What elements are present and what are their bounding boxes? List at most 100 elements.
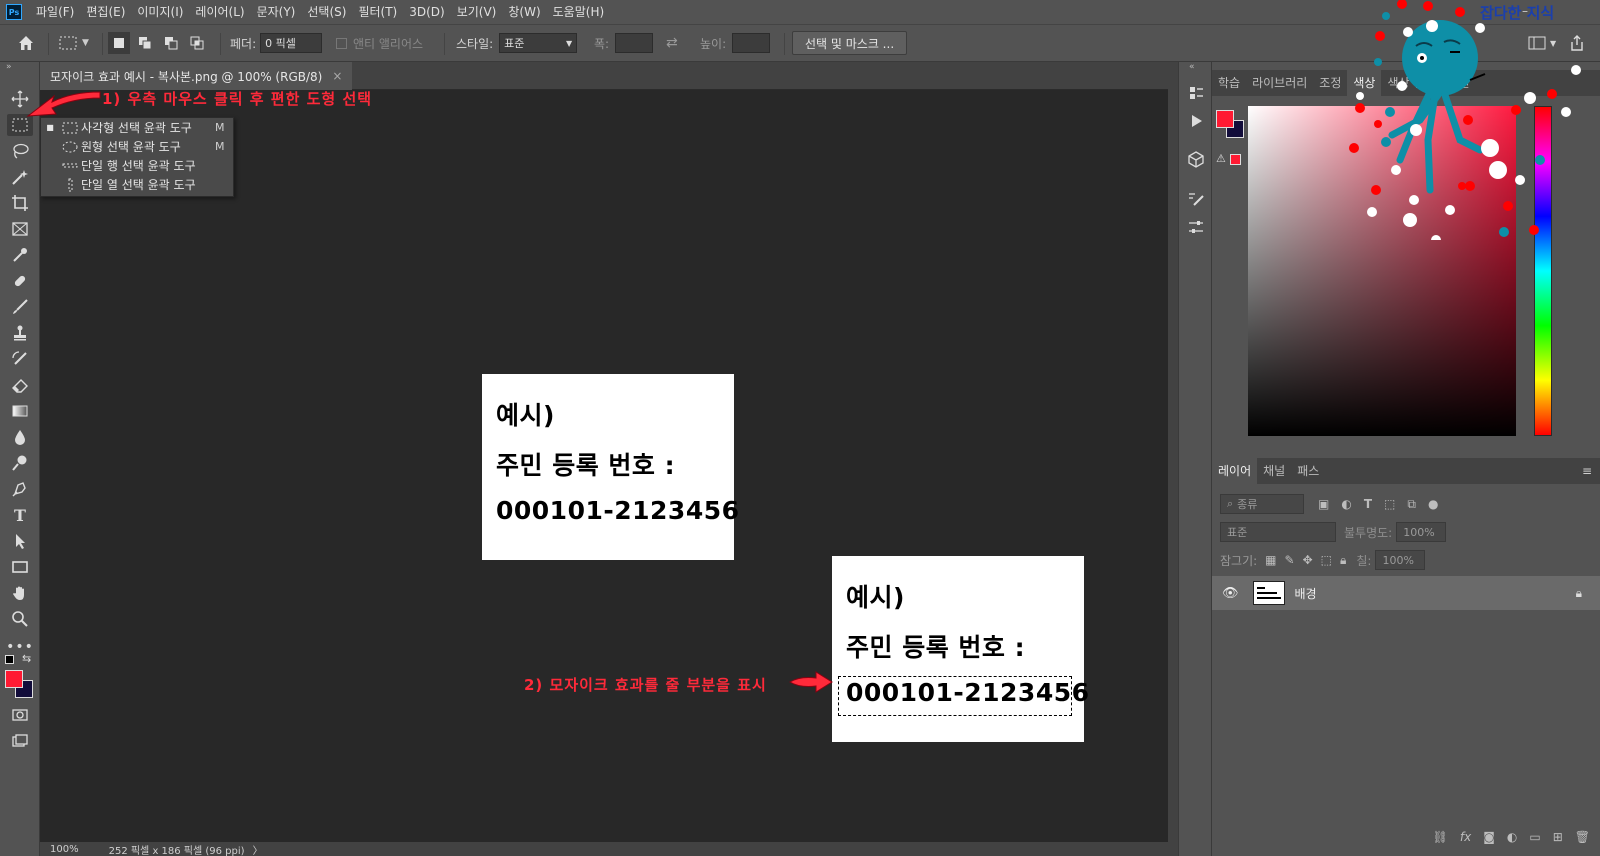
workspace-button[interactable]: ▼	[1528, 25, 1556, 61]
mask-icon[interactable]: ◙	[1483, 830, 1495, 844]
color-picker-field[interactable]	[1248, 106, 1516, 436]
group-icon[interactable]: ▭	[1529, 830, 1540, 844]
type-filter-icon[interactable]: T	[1364, 497, 1372, 511]
menu-help[interactable]: 도움말(H)	[547, 0, 611, 24]
blur-tool[interactable]	[7, 426, 33, 448]
flyout-item-single-column-marquee[interactable]: 단일 열 선택 윤곽 도구	[41, 175, 235, 194]
shape-filter-icon[interactable]: ⬚	[1384, 497, 1395, 511]
lock-image-icon[interactable]: ✎	[1285, 553, 1295, 567]
tool-preset-picker[interactable]: ▼	[58, 25, 89, 61]
tab-swatches[interactable]: 색상 견본	[1381, 70, 1441, 96]
menu-select[interactable]: 선택(S)	[301, 0, 352, 24]
style-select[interactable]: 표준 ▼	[499, 33, 578, 53]
menu-layer[interactable]: 레이어(L)	[189, 0, 250, 24]
properties-panel-button[interactable]	[1185, 216, 1207, 238]
flyout-item-ellipse-marquee[interactable]: 원형 선택 윤곽 도구 M	[41, 137, 235, 156]
brush-settings-panel-button[interactable]	[1185, 188, 1207, 210]
feather-input[interactable]: 0 픽셀	[260, 33, 323, 53]
panel-foreground-swatch[interactable]	[1216, 110, 1234, 128]
tab-learn[interactable]: 학습	[1212, 70, 1246, 96]
brush-tool[interactable]	[7, 296, 33, 318]
add-selection-button[interactable]	[134, 32, 156, 54]
menu-3d[interactable]: 3D(D)	[403, 0, 450, 24]
actions-panel-button[interactable]	[1185, 110, 1207, 132]
eyedropper-tool[interactable]	[7, 244, 33, 266]
healing-brush-tool[interactable]	[7, 270, 33, 292]
magic-wand-tool[interactable]	[7, 166, 33, 188]
hand-tool[interactable]	[7, 582, 33, 604]
swap-dimensions-button[interactable]: ⇄	[666, 25, 678, 61]
3d-panel-button[interactable]	[1185, 148, 1207, 170]
tab-paths[interactable]: 패스	[1291, 458, 1325, 484]
fill-input[interactable]: 100%	[1375, 550, 1426, 570]
link-icon[interactable]: ⛓	[1433, 830, 1448, 844]
tab-patterns[interactable]: 패턴	[1441, 70, 1475, 96]
zoom-tool[interactable]	[7, 608, 33, 630]
default-colors-icon[interactable]	[5, 655, 14, 664]
collapse-icon[interactable]: »	[6, 62, 12, 72]
filter-toggle-icon[interactable]: ●	[1428, 497, 1438, 511]
screen-mode-button[interactable]	[7, 730, 33, 752]
quick-mask-button[interactable]	[7, 704, 33, 726]
lock-position-icon[interactable]: ✥	[1303, 553, 1313, 567]
type-tool[interactable]: T	[7, 504, 33, 526]
width-input[interactable]	[615, 33, 654, 53]
menu-type[interactable]: 문자(Y)	[251, 0, 302, 24]
height-input[interactable]	[732, 33, 771, 53]
layer-filter-select[interactable]: ⌕ 종류	[1220, 494, 1304, 514]
swap-colors-icon[interactable]: ⇆	[22, 652, 31, 665]
home-button[interactable]	[16, 25, 36, 61]
trash-icon[interactable]: 🗑︎	[1575, 830, 1590, 844]
tab-layers[interactable]: 레이어	[1212, 458, 1258, 484]
select-and-mask-button[interactable]: 선택 및 마스크 ...	[792, 31, 908, 55]
opacity-input[interactable]: 100%	[1396, 522, 1447, 542]
crop-tool[interactable]	[7, 192, 33, 214]
menu-view[interactable]: 보기(V)	[451, 0, 503, 24]
gamut-swatch[interactable]	[1230, 154, 1241, 165]
tab-adjustments[interactable]: 조정	[1313, 70, 1347, 96]
search-button[interactable]	[1452, 25, 1470, 61]
minimize-button[interactable]: –	[1510, 0, 1540, 24]
new-layer-icon[interactable]: ⊞	[1553, 830, 1563, 844]
collapse-icon[interactable]: «	[1189, 62, 1195, 72]
adjustment-icon[interactable]: ◐	[1507, 830, 1517, 844]
menu-window[interactable]: 창(W)	[502, 0, 546, 24]
frame-tool[interactable]	[7, 218, 33, 240]
lock-transparent-icon[interactable]: ▦	[1265, 553, 1276, 567]
hue-slider[interactable]	[1534, 106, 1552, 436]
zoom-level[interactable]: 100%	[50, 844, 79, 855]
flyout-item-single-row-marquee[interactable]: 단일 행 선택 윤곽 도구	[41, 156, 235, 175]
new-selection-button[interactable]	[108, 32, 130, 54]
panel-menu-icon[interactable]: ≡	[1582, 464, 1592, 478]
chevron-right-icon[interactable]: 〉	[253, 842, 263, 856]
menu-edit[interactable]: 편집(E)	[80, 0, 131, 24]
flyout-item-rect-marquee[interactable]: ■ 사각형 선택 윤곽 도구 M	[41, 118, 235, 137]
rectangle-tool[interactable]	[7, 556, 33, 578]
lock-all-icon[interactable]: 🔒︎	[1340, 553, 1346, 568]
layer-row[interactable]: 👁︎ 배경 🔒︎	[1212, 576, 1600, 610]
selection-marquee[interactable]	[838, 676, 1072, 716]
clone-stamp-tool[interactable]	[7, 322, 33, 344]
antialias-checkbox[interactable]	[336, 37, 347, 49]
history-brush-tool[interactable]	[7, 348, 33, 370]
layer-name[interactable]: 배경	[1295, 585, 1576, 602]
lock-artboard-icon[interactable]: ⬚	[1321, 553, 1332, 567]
tab-channels[interactable]: 채널	[1257, 458, 1291, 484]
eye-icon[interactable]: 👁︎	[1222, 586, 1239, 601]
pen-tool[interactable]	[7, 478, 33, 500]
gradient-tool[interactable]	[7, 400, 33, 422]
image-filter-icon[interactable]: ▣	[1318, 497, 1329, 511]
menu-image[interactable]: 이미지(I)	[131, 0, 189, 24]
lasso-tool[interactable]	[7, 140, 33, 162]
tab-color[interactable]: 색상	[1347, 70, 1382, 96]
close-icon[interactable]: ×	[332, 69, 342, 83]
share-button[interactable]	[1568, 25, 1586, 61]
intersect-selection-button[interactable]	[186, 32, 208, 54]
canvas-area[interactable]: 예시) 주민 등록 번호 : 000101-2123456 예시) 주민 등록 …	[40, 90, 1168, 842]
smart-object-filter-icon[interactable]: ⧉	[1407, 497, 1416, 512]
panel-dock-divider[interactable]	[1168, 62, 1178, 856]
subtract-selection-button[interactable]	[160, 32, 182, 54]
history-panel-button[interactable]	[1185, 82, 1207, 104]
menu-filter[interactable]: 필터(T)	[352, 0, 403, 24]
menu-file[interactable]: 파일(F)	[30, 0, 80, 24]
